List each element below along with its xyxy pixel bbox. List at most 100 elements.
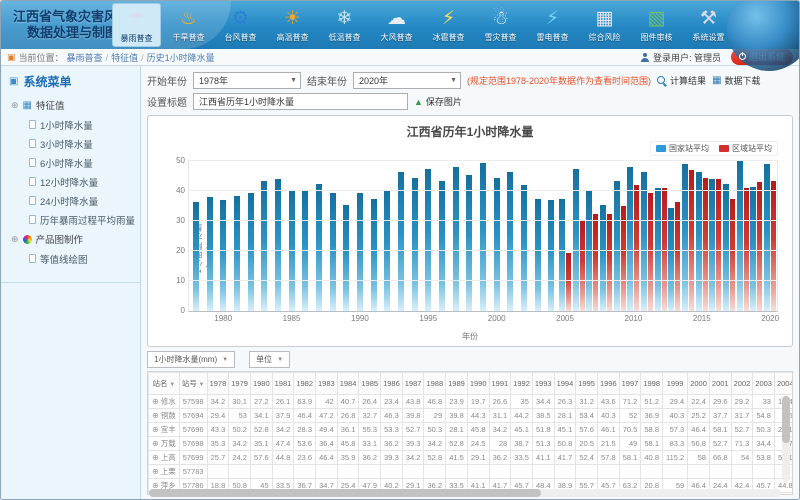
value-cell — [731, 465, 753, 479]
breadcrumb-item[interactable]: 暴雨普查 — [67, 53, 103, 63]
column-header-year[interactable]: 2003 — [753, 373, 775, 395]
column-header-year[interactable]: 1986 — [381, 373, 403, 395]
column-header-year[interactable]: 1981 — [272, 373, 294, 395]
column-header-year[interactable]: 2002 — [731, 373, 753, 395]
value-cell: 37.7 — [709, 409, 731, 423]
download-button[interactable]: ▦ 数据下载 — [712, 74, 760, 87]
column-header-year[interactable]: 1991 — [489, 373, 511, 395]
value-cell: 49.4 — [316, 423, 338, 437]
tree-node-product-map[interactable]: ⊕产品图制作 — [1, 229, 140, 249]
tree-item-rain-3h[interactable]: 3小时降水量 — [1, 134, 140, 153]
column-header-year[interactable]: 2001 — [709, 373, 731, 395]
end-year-select[interactable]: 2020年▼ — [353, 72, 461, 89]
toolbar-button-comprehensive-risk[interactable]: ▦综合风险 — [580, 3, 629, 47]
value-cell: 26.3 — [554, 395, 576, 409]
column-header-year[interactable]: 1994 — [554, 373, 576, 395]
row-expand-icon[interactable]: ⊕ — [152, 411, 159, 420]
start-year-select[interactable]: 1978年▼ — [193, 72, 301, 89]
legend-item[interactable]: 国家站平均 — [656, 143, 709, 154]
column-header-year[interactable]: 1999 — [663, 373, 688, 395]
x-axis-label: 年份 — [148, 331, 792, 342]
grid-icon: ▦ — [23, 100, 32, 111]
save-image-button[interactable]: ▲ 保存图片 — [414, 95, 462, 108]
expand-icon[interactable]: ⊕ — [11, 100, 19, 111]
tree-item-rain-process-avg[interactable]: 历年暴雨过程平均雨量 — [1, 210, 140, 229]
row-expand-icon[interactable]: ⊕ — [152, 425, 159, 434]
station-code-cell: 57598 — [179, 395, 207, 409]
toolbar-button-map-review[interactable]: ▧图件审核 — [632, 3, 681, 47]
toolbar-button-hail[interactable]: ⚡冰雹普查 — [424, 3, 473, 47]
tree-item-rain-12h[interactable]: 12小时降水量 — [1, 172, 140, 191]
national-bar — [737, 161, 743, 311]
row-expand-icon[interactable]: ⊕ — [152, 467, 159, 476]
x-tick-label: 2000 — [488, 314, 506, 323]
chart-title-input[interactable] — [193, 93, 408, 110]
breadcrumb-item[interactable]: 历史1小时降水量 — [147, 53, 215, 63]
legend-item[interactable]: 区域站平均 — [719, 143, 772, 154]
column-header-year[interactable]: 1982 — [294, 373, 316, 395]
column-header-year[interactable]: 1995 — [576, 373, 598, 395]
row-expand-icon[interactable]: ⊕ — [152, 453, 159, 462]
x-tick-label: 1985 — [283, 314, 301, 323]
vertical-scrollbar[interactable] — [782, 396, 790, 482]
toolbar-button-drought[interactable]: ♨干旱普查 — [164, 3, 213, 47]
column-header-year[interactable]: 1984 — [337, 373, 359, 395]
column-header-year[interactable]: 1987 — [402, 373, 424, 395]
tree-item-label: 6小时降水量 — [40, 156, 93, 170]
row-expand-icon[interactable]: ⊕ — [152, 439, 159, 448]
toolbar-button-typhoon[interactable]: ⚙台风普查 — [216, 3, 265, 47]
map-icon: ▧ — [644, 5, 670, 31]
value-cell: 50.8 — [554, 437, 576, 451]
tree-node-feature-values[interactable]: ⊕▦特征值 — [1, 95, 140, 115]
column-header-year[interactable]: 1996 — [597, 373, 619, 395]
toolbar-button-high-temp[interactable]: ☀高温普查 — [268, 3, 317, 47]
value-cell: 63.9 — [294, 395, 316, 409]
column-header-year[interactable]: 1978 — [207, 373, 229, 395]
expand-icon[interactable]: ⊕ — [11, 234, 19, 245]
column-header-year[interactable]: 1998 — [641, 373, 663, 395]
toolbar-button-gale[interactable]: ☁大风普查 — [372, 3, 421, 47]
tree-item-rain-24h[interactable]: 24小时降水量 — [1, 191, 140, 210]
column-header-year[interactable]: 1988 — [424, 373, 446, 395]
column-header-year[interactable]: 1989 — [446, 373, 468, 395]
value-cell — [337, 465, 359, 479]
page-icon — [29, 139, 36, 148]
regional-bar — [675, 202, 680, 312]
value-cell: 29 — [424, 409, 446, 423]
tree-item-contour-map[interactable]: 等值线绘图 — [1, 249, 140, 268]
column-header-year[interactable]: 1983 — [316, 373, 338, 395]
horizontal-scrollbar[interactable] — [149, 489, 781, 497]
tree-item-rain-6h[interactable]: 6小时降水量 — [1, 153, 140, 172]
column-header-year[interactable]: 1979 — [229, 373, 251, 395]
column-header-year[interactable]: 1985 — [359, 373, 381, 395]
breadcrumb-item[interactable]: 特征值 — [111, 53, 138, 63]
column-header-year[interactable]: 2004 — [774, 373, 793, 395]
bar-group-2014 — [681, 161, 695, 311]
column-header-code[interactable]: 站号 ▼ — [179, 373, 207, 395]
row-expand-icon[interactable]: ⊕ — [152, 397, 159, 406]
calculate-button[interactable]: 计算结果 — [657, 74, 706, 87]
column-header-year[interactable]: 1990 — [467, 373, 489, 395]
bar-group-2015 — [695, 161, 709, 311]
toolbar-button-snow[interactable]: ☃雪灾普查 — [476, 3, 525, 47]
toolbar-button-system-settings[interactable]: ⚒系统设置 — [684, 3, 733, 47]
bar-group-2020 — [763, 161, 777, 311]
toolbar-button-lightning[interactable]: ⚡雷电普查 — [528, 3, 577, 47]
column-header-station[interactable]: 站名 ▼ — [149, 373, 180, 395]
toolbar-button-rainstorm[interactable]: ☂暴雨普查 — [112, 3, 161, 47]
x-tick-label: 2010 — [625, 314, 643, 323]
national-bar — [412, 178, 418, 312]
national-bar — [682, 164, 688, 311]
tree-item-rain-1h[interactable]: 1小时降水量 — [1, 115, 140, 134]
unit-filter-select[interactable]: 单位▼ — [249, 351, 290, 368]
value-cell: 29.1 — [467, 451, 489, 465]
national-bar — [453, 167, 459, 311]
column-header-year[interactable]: 1997 — [619, 373, 641, 395]
column-header-year[interactable]: 2000 — [688, 373, 710, 395]
column-header-year[interactable]: 1993 — [532, 373, 554, 395]
element-filter-select[interactable]: 1小时降水量(mm)▼ — [147, 351, 235, 368]
value-cell: 29.4 — [663, 395, 688, 409]
column-header-year[interactable]: 1992 — [511, 373, 533, 395]
column-header-year[interactable]: 1980 — [250, 373, 272, 395]
toolbar-button-low-temp[interactable]: ❄低温普查 — [320, 3, 369, 47]
